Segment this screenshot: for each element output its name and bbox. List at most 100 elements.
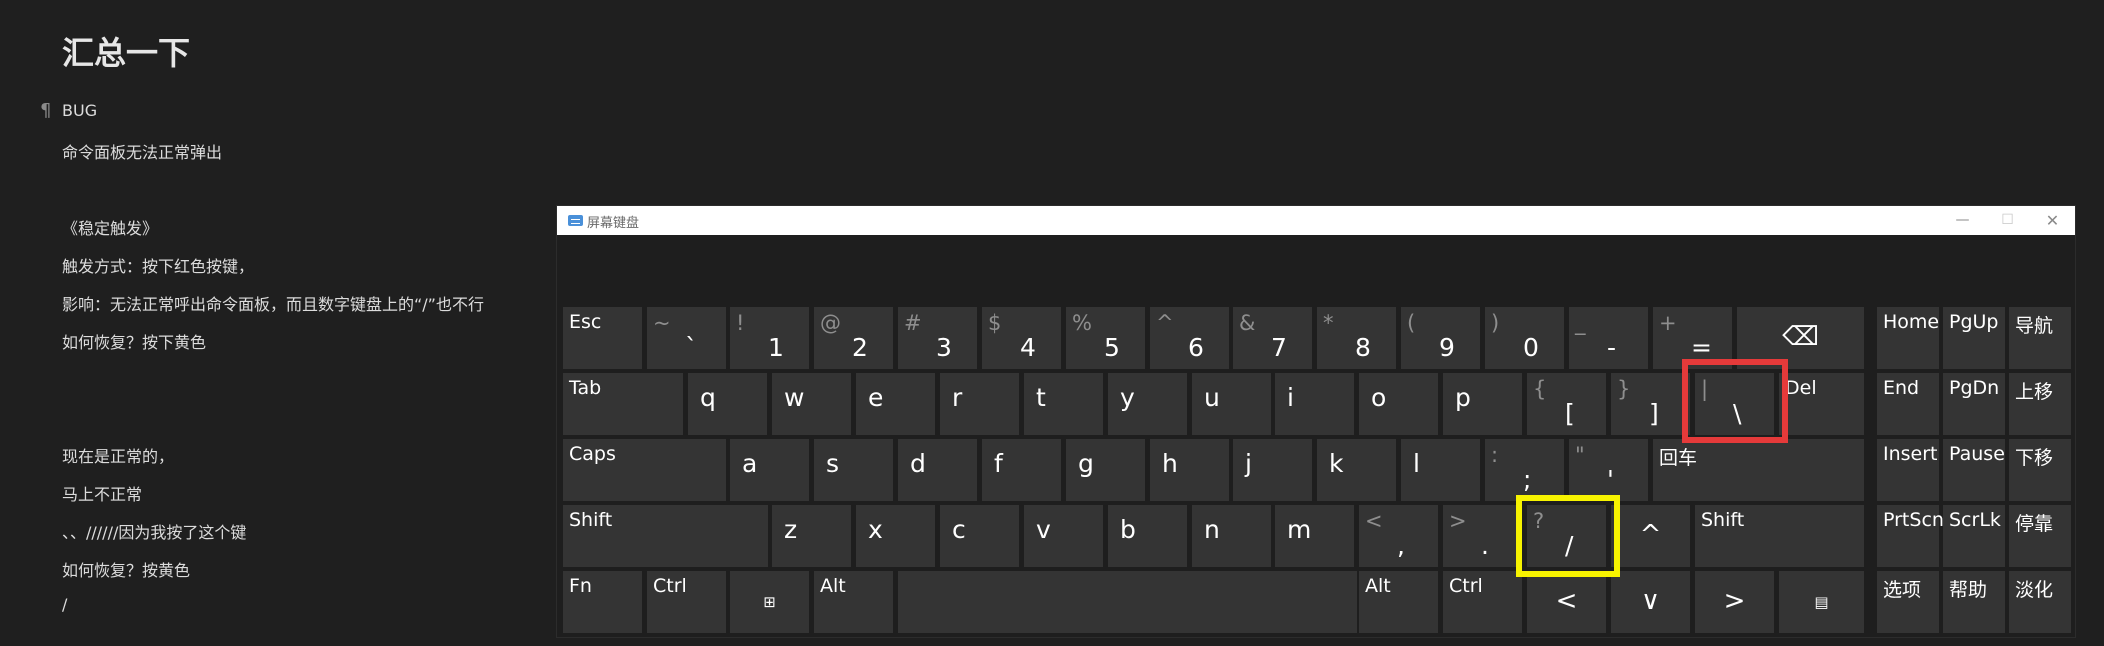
key-f[interactable]: f	[982, 439, 1061, 501]
key-end[interactable]: End	[1877, 373, 1939, 435]
key-w[interactable]: w	[772, 373, 851, 435]
key-l[interactable]: l	[1401, 439, 1480, 501]
key-g[interactable]: g	[1066, 439, 1145, 501]
key-prtscn[interactable]: PrtScn	[1877, 505, 1944, 567]
key-q[interactable]: q	[688, 373, 767, 435]
key-u[interactable]: u	[1192, 373, 1271, 435]
key-label: b	[1120, 515, 1136, 544]
key-main-label: 9	[1439, 333, 1455, 362]
key-symbol-2-11[interactable]: " '	[1569, 439, 1648, 501]
key-symbol-1-11[interactable]: {[	[1527, 373, 1606, 435]
key-del[interactable]: Del	[1779, 373, 1864, 435]
key-d[interactable]: d	[898, 439, 977, 501]
key-symbol-1-12[interactable]: }]	[1611, 373, 1690, 435]
key-上移[interactable]: 上移	[2009, 373, 2071, 435]
key-alt[interactable]: Alt	[1359, 571, 1438, 633]
maximize-button[interactable]: ☐	[1985, 206, 2030, 235]
key-label: w	[784, 383, 805, 412]
key-v[interactable]: v	[1024, 505, 1103, 567]
arrow-left-key[interactable]: <	[1527, 571, 1606, 633]
key-导航[interactable]: 导航	[2009, 307, 2071, 369]
key-ctrl[interactable]: Ctrl	[647, 571, 726, 633]
note-line[interactable]: 如何恢复？按下黄色	[62, 329, 206, 353]
key-e[interactable]: e	[856, 373, 935, 435]
key-shift[interactable]: Shift	[1695, 505, 1864, 567]
note-line[interactable]: 命令面板无法正常弹出	[62, 139, 222, 163]
note-line[interactable]: 影响：无法正常呼出命令面板，而且数字键盘上的“/”也不行	[62, 291, 484, 315]
note-line[interactable]: 、、//////因为我按了这个键	[62, 519, 246, 543]
key-b[interactable]: b	[1108, 505, 1187, 567]
osk-title-bar[interactable]: 屏幕键盘 — ☐ ✕	[557, 206, 2075, 235]
key-symbol-3-9[interactable]: >.	[1443, 505, 1522, 567]
windows-key[interactable]: ⊞	[730, 571, 809, 633]
key-tab[interactable]: Tab	[563, 373, 683, 435]
key-1[interactable]: ! 1	[730, 307, 809, 369]
arrow-right-key[interactable]: >	[1695, 571, 1774, 633]
key-ctrl[interactable]: Ctrl	[1443, 571, 1522, 633]
key-pgdn[interactable]: PgDn	[1943, 373, 2005, 435]
key-5[interactable]: % 5	[1066, 307, 1145, 369]
key-home[interactable]: Home	[1877, 307, 1939, 369]
space-key[interactable]	[898, 571, 1357, 633]
note-line[interactable]: /	[62, 595, 67, 614]
note-line[interactable]: 《稳定触发》	[62, 215, 158, 239]
key-8[interactable]: * 8	[1317, 307, 1396, 369]
note-line[interactable]: 现在是正常的，	[62, 443, 174, 467]
close-button[interactable]: ✕	[2030, 206, 2075, 235]
key-j[interactable]: j	[1233, 439, 1312, 501]
key-scrlk[interactable]: ScrLk	[1943, 505, 2005, 567]
key-symbol-2-10[interactable]: :;	[1485, 439, 1564, 501]
key-回车[interactable]: 回车	[1653, 439, 1864, 501]
key-pgup[interactable]: PgUp	[1943, 307, 2005, 369]
key-选项[interactable]: 选项	[1877, 571, 1939, 633]
key-淡化[interactable]: 淡化	[2009, 571, 2071, 633]
key-t[interactable]: t	[1024, 373, 1103, 435]
key-symbol-0-12[interactable]: _ -	[1569, 307, 1648, 369]
key-symbol-3-8[interactable]: <,	[1359, 505, 1438, 567]
key-main-label: -	[1607, 333, 1617, 362]
key-帮助[interactable]: 帮助	[1943, 571, 2005, 633]
key-下移[interactable]: 下移	[2009, 439, 2071, 501]
key-p[interactable]: p	[1443, 373, 1522, 435]
key-alt[interactable]: Alt	[814, 571, 893, 633]
key-i[interactable]: i	[1275, 373, 1354, 435]
key-label: z	[784, 515, 798, 544]
key-s[interactable]: s	[814, 439, 893, 501]
key-2[interactable]: @2	[814, 307, 893, 369]
key-6[interactable]: ^ 6	[1150, 307, 1229, 369]
key-n[interactable]: n	[1192, 505, 1271, 567]
key-symbol-0-1[interactable]: ~ `	[647, 307, 726, 369]
key-label: ScrLk	[1949, 509, 2001, 531]
key-pause[interactable]: Pause	[1943, 439, 2005, 501]
note-line[interactable]: 触发方式：按下红色按键，	[62, 253, 254, 277]
key-r[interactable]: r	[940, 373, 1019, 435]
key-停靠[interactable]: 停靠	[2009, 505, 2071, 567]
key-9[interactable]: (9	[1401, 307, 1480, 369]
key-y[interactable]: y	[1108, 373, 1187, 435]
menu-key[interactable]: ▤	[1779, 571, 1864, 633]
key-z[interactable]: z	[772, 505, 851, 567]
key-label: 导航	[2015, 315, 2054, 337]
key-3[interactable]: #3	[898, 307, 977, 369]
key-c[interactable]: c	[940, 505, 1019, 567]
note-line[interactable]: BUG	[62, 101, 97, 120]
key-insert[interactable]: Insert	[1877, 439, 1939, 501]
key-o[interactable]: o	[1359, 373, 1438, 435]
key-esc[interactable]: Esc	[563, 307, 642, 369]
key-k[interactable]: k	[1317, 439, 1396, 501]
key-m[interactable]: m	[1275, 505, 1354, 567]
note-line[interactable]: 马上不正常	[62, 481, 142, 505]
key-shift[interactable]: Shift	[563, 505, 768, 567]
arrow-up-key[interactable]: ^	[1611, 505, 1690, 567]
key-7[interactable]: & 7	[1233, 307, 1312, 369]
note-line[interactable]: 如何恢复？按黄色	[62, 557, 190, 581]
arrow-down-key[interactable]: ∨	[1611, 571, 1690, 633]
key-0[interactable]: ) 0	[1485, 307, 1564, 369]
key-h[interactable]: h	[1150, 439, 1229, 501]
key-x[interactable]: x	[856, 505, 935, 567]
key-fn[interactable]: Fn	[563, 571, 642, 633]
key-caps[interactable]: Caps	[563, 439, 726, 501]
key-4[interactable]: $4	[982, 307, 1061, 369]
key-a[interactable]: a	[730, 439, 809, 501]
minimize-button[interactable]: —	[1940, 206, 1985, 235]
